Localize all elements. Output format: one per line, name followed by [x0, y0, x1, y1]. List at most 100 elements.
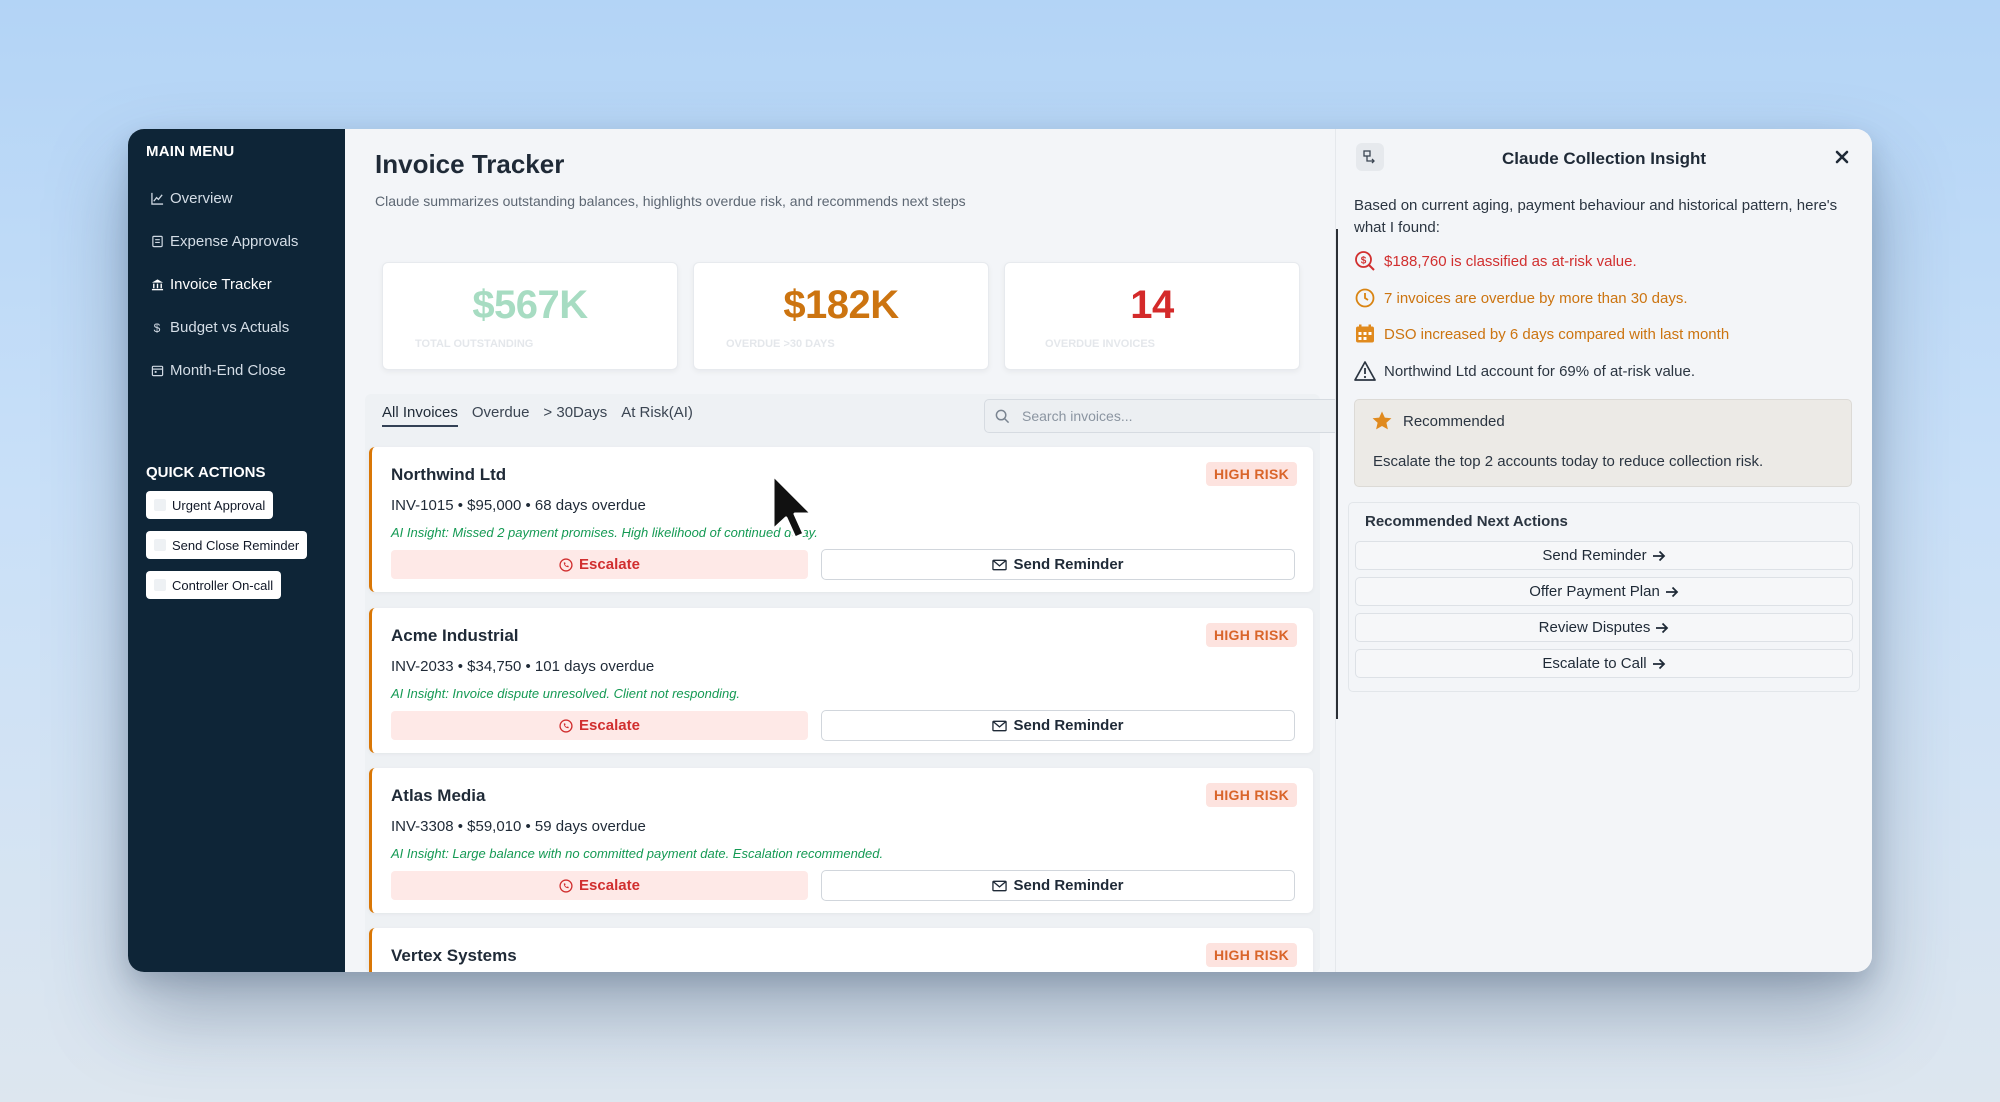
- next-actions-box: Recommended Next Actions Send Reminder O…: [1348, 502, 1860, 692]
- placeholder-icon: [154, 579, 166, 591]
- send-close-reminder-button[interactable]: Send Close Reminder: [146, 531, 308, 559]
- star-icon: [1372, 411, 1392, 430]
- urgent-approval-button[interactable]: Urgent Approval: [146, 491, 274, 519]
- sidebar-item-expense-approvals[interactable]: Expense Approvals: [146, 220, 345, 263]
- invoice-card-atlas[interactable]: Atlas Media HIGH RISK INV-3308 • $59,010…: [369, 768, 1313, 913]
- next-actions-title: Recommended Next Actions: [1365, 513, 1568, 530]
- recommended-box: Recommended Escalate the top 2 accounts …: [1354, 399, 1852, 487]
- sidebar-item-label: Overview: [170, 190, 233, 207]
- customer-name: Northwind Ltd: [391, 465, 507, 484]
- placeholder-icon: [154, 499, 166, 511]
- bank-icon: [150, 278, 164, 292]
- invoice-meta: INV-1015 • $95,000 • 68 days overdue: [391, 497, 646, 514]
- search-input[interactable]: [1022, 408, 1352, 424]
- invoice-card-vertex[interactable]: Vertex Systems HIGH RISK: [369, 928, 1313, 972]
- invoice-card-acme[interactable]: Acme Industrial HIGH RISK INV-2033 • $34…: [369, 608, 1313, 753]
- controller-on-call-button[interactable]: Controller On-call: [146, 571, 282, 599]
- finding-at-risk-value: $ $188,760 is classified as at-risk valu…: [1354, 250, 1637, 272]
- kpi-value: $567K: [472, 283, 588, 327]
- dollar-icon: $: [153, 320, 161, 335]
- ai-insight: AI Insight: Large balance with no commit…: [391, 846, 884, 861]
- recommended-text: Escalate the top 2 accounts today to red…: [1373, 453, 1764, 470]
- escalate-to-call-button[interactable]: Escalate to Call: [1355, 649, 1853, 678]
- escalate-button[interactable]: Escalate: [391, 711, 808, 740]
- receipt-icon: [150, 235, 164, 249]
- ai-insight: AI Insight: Invoice dispute unresolved. …: [391, 686, 741, 701]
- arrow-right-icon: [1652, 550, 1665, 561]
- kpi-label: OVERDUE INVOICES: [1045, 338, 1156, 350]
- send-reminder-action-button[interactable]: Send Reminder: [1355, 541, 1853, 570]
- quick-actions-heading: QUICK ACTIONS: [146, 464, 266, 481]
- arrow-right-icon: [1665, 586, 1679, 597]
- invoice-meta: INV-2033 • $34,750 • 101 days overdue: [391, 658, 655, 675]
- invoice-card-northwind[interactable]: Northwind Ltd HIGH RISK INV-1015 • $95,0…: [369, 447, 1313, 592]
- sidebar-item-invoice-tracker[interactable]: Invoice Tracker: [146, 263, 345, 306]
- tab-over-30-days[interactable]: > 30Days: [543, 404, 607, 427]
- mail-icon: [992, 559, 1008, 570]
- kpi-total-outstanding: $567K TOTAL OUTSTANDING: [382, 262, 678, 370]
- close-icon[interactable]: [1830, 145, 1854, 169]
- search-box[interactable]: [984, 399, 1375, 433]
- insight-panel: Claude Collection Insight Based on curre…: [1335, 129, 1872, 972]
- kpi-overdue-30-days: $182K OVERDUE >30 DAYS: [693, 262, 989, 370]
- warning-icon: [1354, 361, 1376, 381]
- phone-icon: [559, 557, 573, 572]
- kpi-value: 14: [1130, 283, 1174, 327]
- invoice-meta: INV-3308 • $59,010 • 59 days overdue: [391, 818, 646, 835]
- risk-badge: HIGH RISK: [1205, 462, 1297, 486]
- customer-name: Acme Industrial: [391, 626, 519, 645]
- arrow-right-icon: [1652, 658, 1665, 669]
- scrollbar[interactable]: [1336, 229, 1338, 719]
- svg-text:$: $: [1361, 256, 1367, 267]
- insight-panel-title: Claude Collection Insight: [1501, 149, 1706, 168]
- placeholder-icon: [154, 539, 166, 551]
- sidebar-item-label: Expense Approvals: [170, 233, 299, 250]
- tab-overdue[interactable]: Overdue: [472, 404, 530, 427]
- phone-icon: [559, 878, 573, 893]
- mail-icon: [992, 880, 1008, 891]
- main-content: Invoice Tracker Claude summarizes outsta…: [345, 129, 1375, 972]
- send-reminder-button[interactable]: Send Reminder: [821, 710, 1295, 741]
- finding-overdue-count: 7 invoices are overdue by more than 30 d…: [1354, 287, 1688, 309]
- sidebar-item-label: Budget vs Actuals: [170, 319, 290, 336]
- customer-name: Vertex Systems: [391, 946, 517, 965]
- main-menu-heading: MAIN MENU: [146, 143, 235, 160]
- escalate-button[interactable]: Escalate: [391, 550, 808, 579]
- send-reminder-button[interactable]: Send Reminder: [821, 549, 1295, 580]
- invoice-tabs: All Invoices Overdue > 30Days At Risk(AI…: [382, 404, 693, 427]
- mail-icon: [992, 720, 1008, 731]
- tab-at-risk-ai[interactable]: At Risk(AI): [621, 404, 693, 427]
- insight-intro: Based on current aging, payment behaviou…: [1354, 197, 1838, 236]
- recommended-title: Recommended: [1371, 410, 1505, 432]
- sidebar-item-month-end-close[interactable]: Month-End Close: [146, 349, 345, 392]
- escalate-button[interactable]: Escalate: [391, 871, 808, 900]
- send-reminder-button[interactable]: Send Reminder: [821, 870, 1295, 901]
- dollar-search-icon: $: [1355, 251, 1375, 271]
- review-disputes-button[interactable]: Review Disputes: [1355, 613, 1853, 642]
- kpi-overdue-invoices: 14 OVERDUE INVOICES: [1004, 262, 1300, 370]
- sidebar-item-label: Month-End Close: [170, 362, 286, 379]
- finding-dso-increase: DSO increased by 6 days compared with la…: [1354, 323, 1729, 345]
- app-window: MAIN MENU Overview Expense Approvals Inv…: [128, 129, 1872, 972]
- sidebar-item-budget-vs-actuals[interactable]: $ Budget vs Actuals: [146, 306, 345, 349]
- search-icon: [995, 409, 1010, 423]
- calendar-icon: [150, 364, 164, 378]
- page-subtitle: Claude summarizes outstanding balances, …: [375, 193, 966, 209]
- clock-icon: [1355, 288, 1375, 308]
- phone-icon: [559, 718, 573, 733]
- risk-badge: HIGH RISK: [1205, 783, 1297, 807]
- risk-badge: HIGH RISK: [1205, 943, 1297, 967]
- kpi-value: $182K: [783, 283, 899, 327]
- calendar-icon: [1356, 324, 1374, 343]
- sidebar: MAIN MENU Overview Expense Approvals Inv…: [128, 129, 345, 972]
- tab-all-invoices[interactable]: All Invoices: [382, 404, 458, 427]
- mouse-cursor-icon: [771, 473, 814, 540]
- finding-concentration: Northwind Ltd account for 69% of at-risk…: [1354, 360, 1695, 382]
- arrow-right-icon: [1656, 622, 1669, 633]
- risk-badge: HIGH RISK: [1205, 623, 1297, 647]
- ai-insight: AI Insight: Missed 2 payment promises. H…: [391, 525, 818, 540]
- sidebar-item-overview[interactable]: Overview: [146, 177, 345, 220]
- sidebar-item-label: Invoice Tracker: [170, 276, 272, 293]
- kpi-label: OVERDUE >30 DAYS: [726, 338, 835, 350]
- offer-payment-plan-button[interactable]: Offer Payment Plan: [1355, 577, 1853, 606]
